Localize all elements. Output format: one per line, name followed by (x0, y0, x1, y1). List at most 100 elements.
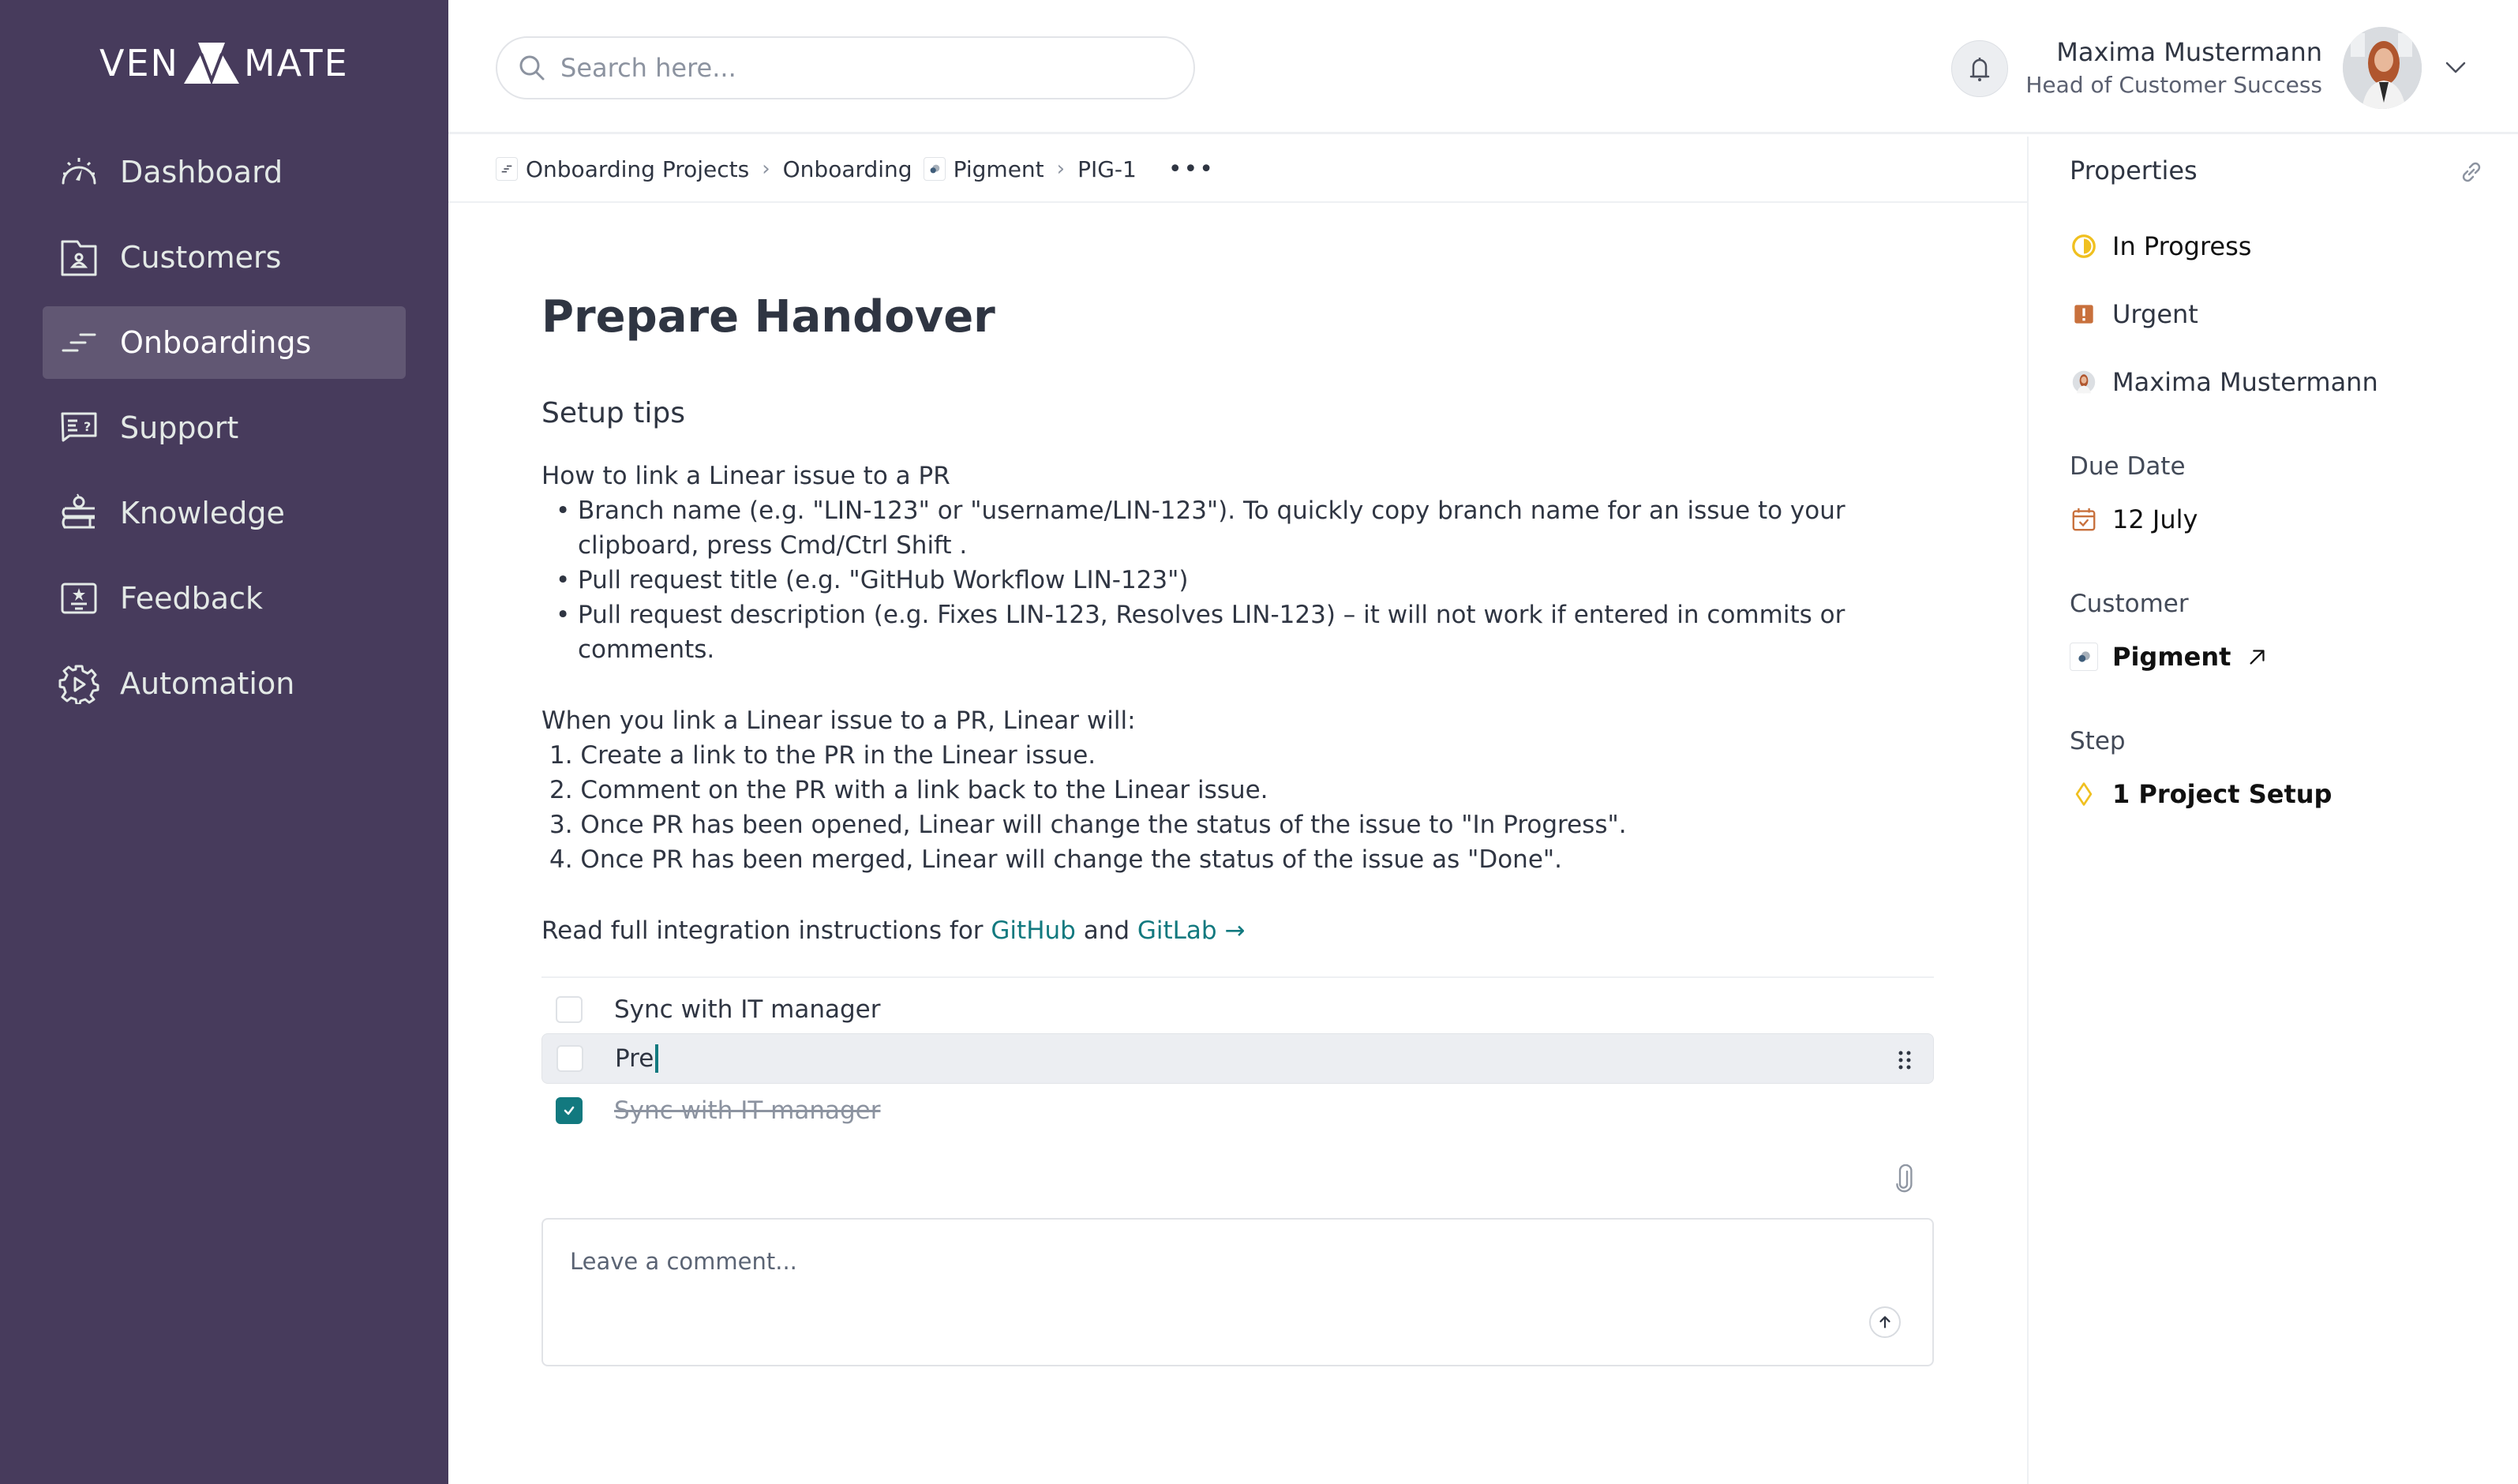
feedback-star-icon (58, 578, 99, 619)
breadcrumb-separator-icon: › (762, 157, 770, 181)
status-property[interactable]: In Progress (2070, 231, 2251, 261)
knowledge-books-icon (58, 493, 99, 534)
breadcrumb-onboarding[interactable]: Onboarding (783, 156, 912, 182)
page-title[interactable]: Prepare Handover (541, 291, 995, 343)
step-label: Step (2070, 727, 2126, 755)
sidebar: VEN MATE Dashboard Customers Onboardings… (0, 0, 448, 1484)
checklist-item-text[interactable]: Sync with IT manager (614, 1096, 880, 1125)
pigment-logo-icon (923, 157, 946, 181)
assignee-property[interactable]: Maxima Mustermann (2070, 367, 2378, 397)
list-item: 3. Once PR has been opened, Linear will … (549, 811, 1627, 839)
github-link[interactable]: GitHub (991, 916, 1075, 945)
user-role: Head of Customer Success (2025, 72, 2322, 98)
sidebar-item-automation[interactable]: Automation (43, 647, 406, 720)
svg-text:?: ? (84, 419, 91, 434)
user-avatar[interactable] (2343, 27, 2422, 109)
sidebar-item-label: Dashboard (120, 155, 283, 189)
onboarding-lines-icon (58, 322, 99, 363)
search-input[interactable] (560, 53, 1160, 83)
sidebar-item-support[interactable]: ? Support (43, 392, 406, 464)
checkbox[interactable] (556, 1045, 583, 1072)
user-name: Maxima Mustermann (2056, 37, 2322, 67)
sidebar-item-label: Feedback (120, 581, 263, 616)
breadcrumb-separator-icon: › (1056, 157, 1066, 181)
attachment-paperclip-icon[interactable] (1893, 1164, 1918, 1196)
status-label: In Progress (2112, 231, 2252, 261)
drag-handle-icon[interactable] (1897, 1050, 1913, 1070)
divider (541, 976, 1934, 978)
breadcrumb: Onboarding Projects › Onboarding Pigment… (448, 137, 2027, 203)
assignee-avatar (2070, 368, 2098, 396)
urgent-priority-icon (2070, 300, 2098, 328)
arrow-up-icon (1879, 1316, 1890, 1328)
comment-input[interactable] (570, 1248, 1833, 1295)
checkbox-checked[interactable] (556, 1097, 583, 1124)
due-date-label: Due Date (2070, 452, 2186, 481)
list-item: Branch name (e.g. "LIN-123" or "username… (556, 493, 1899, 563)
checklist-item[interactable]: Sync with IT manager (541, 984, 1934, 1035)
sidebar-item-label: Customers (120, 240, 282, 275)
priority-label: Urgent (2112, 299, 2198, 329)
checkbox[interactable] (556, 996, 583, 1023)
properties-heading: Properties (2070, 156, 2198, 186)
breadcrumb-pig-1[interactable]: PIG-1 (1077, 156, 1137, 182)
sidebar-item-label: Support (120, 410, 239, 445)
copy-link-icon[interactable] (2456, 157, 2486, 187)
step-property[interactable]: 1 Project Setup (2070, 779, 2332, 809)
logo-text-right: MATE (243, 42, 349, 84)
list-item: Pull request description (e.g. Fixes LIN… (556, 598, 1899, 667)
more-options-icon[interactable]: ••• (1168, 156, 1215, 183)
breadcrumb-onboarding-projects[interactable]: Onboarding Projects (526, 156, 749, 182)
gitlab-link[interactable]: GitLab → (1137, 916, 1246, 945)
bell-icon (1969, 58, 1990, 81)
when-heading: When you link a Linear issue to a PR, Li… (541, 706, 1136, 735)
assignee-name: Maxima Mustermann (2112, 367, 2378, 397)
send-comment-button[interactable] (1869, 1306, 1901, 1338)
sidebar-item-dashboard[interactable]: Dashboard (43, 136, 406, 208)
sidebar-nav: Dashboard Customers Onboardings ? Suppor… (43, 136, 406, 733)
top-header: Maxima Mustermann Head of Customer Succe… (448, 0, 2518, 134)
chevron-down-icon[interactable] (2441, 52, 2471, 82)
text-cursor (655, 1044, 659, 1073)
checklist-item-input[interactable]: Pre (615, 1044, 654, 1073)
in-progress-status-icon (2070, 232, 2098, 260)
list-item: 2. Comment on the PR with a link back to… (549, 776, 1268, 804)
automation-gear-icon (58, 663, 99, 704)
sidebar-item-feedback[interactable]: Feedback (43, 562, 406, 635)
dashboard-gauge-icon (58, 152, 99, 193)
venmate-logo[interactable]: VEN MATE (99, 41, 349, 85)
check-icon (564, 1106, 575, 1115)
external-link-arrow-icon[interactable] (2246, 646, 2269, 668)
sidebar-item-onboardings[interactable]: Onboardings (43, 306, 406, 379)
checklist-item-editing[interactable]: Pre (541, 1033, 1934, 1084)
checklist-item[interactable]: Sync with IT manager (541, 1085, 1934, 1136)
step-diamond-icon (2070, 780, 2098, 808)
sidebar-item-label: Onboardings (120, 325, 312, 360)
search-icon (519, 55, 545, 81)
due-date-property[interactable]: 12 July (2070, 504, 2198, 534)
sidebar-item-customers[interactable]: Customers (43, 221, 406, 294)
list-item: Pull request title (e.g. "GitHub Workflo… (556, 563, 1899, 598)
customer-name[interactable]: Pigment (2112, 642, 2231, 672)
task-description[interactable]: How to link a Linear issue to a PR Branc… (541, 459, 1899, 948)
howto-list: Branch name (e.g. "LIN-123" or "username… (556, 493, 1899, 667)
customer-folder-icon (58, 237, 99, 278)
howto-heading: How to link a Linear issue to a PR (541, 462, 950, 490)
logo-mark-icon (183, 43, 239, 85)
search-box[interactable] (496, 36, 1195, 99)
read-prefix: Read full integration instructions for (541, 916, 991, 945)
sidebar-item-knowledge[interactable]: Knowledge (43, 477, 406, 549)
sidebar-item-label: Knowledge (120, 496, 285, 530)
sidebar-item-label: Automation (120, 666, 295, 701)
customer-property[interactable]: Pigment (2070, 642, 2269, 672)
properties-panel: Properties In Progress Urgent Maxima Mus… (2027, 137, 2518, 1484)
checklist-item-text[interactable]: Sync with IT manager (614, 995, 880, 1024)
onboarding-projects-icon (496, 157, 518, 181)
priority-property[interactable]: Urgent (2070, 299, 2198, 329)
comment-box[interactable] (541, 1218, 1934, 1366)
read-mid: and (1075, 916, 1137, 945)
user-info[interactable]: Maxima Mustermann Head of Customer Succe… (2025, 35, 2322, 101)
customer-label: Customer (2070, 590, 2189, 618)
breadcrumb-pigment[interactable]: Pigment (954, 156, 1044, 182)
notifications-button[interactable] (1951, 40, 2008, 97)
